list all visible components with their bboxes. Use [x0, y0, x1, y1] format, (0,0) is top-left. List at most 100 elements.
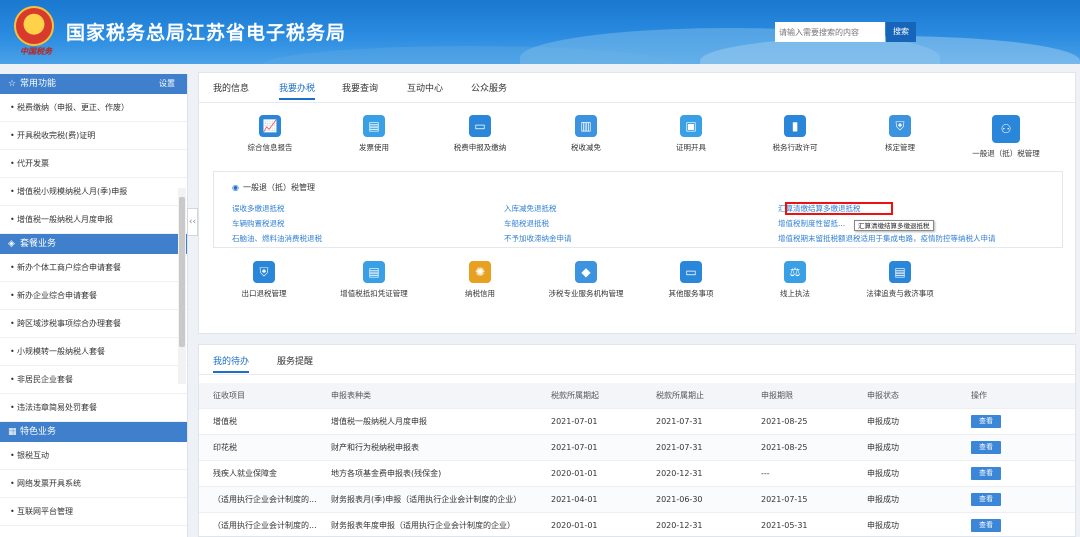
sidebar-item[interactable]: • 新办企业综合申请套餐 [0, 282, 187, 310]
table-cell: 查看 [971, 461, 1051, 487]
view-button[interactable]: 查看 [971, 493, 1001, 506]
sidebar: ☆ 常用功能 设置 • 税费缴纳（申报、更正、作废） • 开具税收完税(费)证明 • 代开发票 •… [0, 74, 188, 537]
function-tile[interactable]: 📈 综合信息报告 [225, 115, 315, 153]
submenu-link[interactable]: 增值税制度性留抵... [778, 218, 845, 229]
search-button[interactable]: 搜索 [886, 22, 916, 42]
submenu-link[interactable]: 不予加收滞纳金申请 [504, 233, 572, 244]
invoice-icon: ▤ [363, 115, 385, 137]
function-label: 涉税专业服务机构管理 [548, 289, 624, 298]
report-icon: 📈 [259, 115, 281, 137]
table-cell: 2021-07-01 [551, 417, 598, 426]
view-button[interactable]: 查看 [971, 441, 1001, 454]
sidebar-item[interactable]: • 银税互动 [0, 442, 187, 470]
search-input[interactable] [775, 22, 885, 42]
function-tile[interactable]: ⛨ 核定管理 [855, 115, 945, 153]
bullet-icon: • [10, 215, 15, 224]
bullet-icon: • [10, 347, 15, 356]
submenu-link[interactable]: 入库减免退抵税 [504, 203, 557, 214]
sidebar-section-header[interactable]: ☆ 常用功能 设置 [0, 74, 187, 94]
sidebar-item[interactable]: • 新办个体工商户综合申请套餐 [0, 254, 187, 282]
function-tile[interactable]: ✺ 纳税信用 [435, 261, 525, 299]
chart-icon: ▥ [575, 115, 597, 137]
license-icon: ▮ [784, 115, 806, 137]
bullet-icon: • [10, 403, 15, 412]
link-tooltip: 汇算清缴结算多缴退抵税 [854, 220, 934, 231]
sidebar-item-label: 银税互动 [17, 451, 49, 460]
table-cell: （适用执行企业会计制度的... [213, 495, 317, 504]
sidebar-item[interactable]: • 非居民企业套餐 [0, 366, 187, 394]
table-row: 增值税 增值税一般纳税人月度申报 2021-07-01 2021-07-31 2021-… [199, 409, 1075, 435]
column-header: 申报期限 [761, 391, 793, 400]
submenu-link[interactable]: 车辆购置税退税 [232, 218, 285, 229]
function-tile[interactable]: ⛨ 出口退税管理 [219, 261, 309, 299]
sidebar-item-label: 互联网平台管理 [17, 507, 73, 516]
main-tab[interactable]: 我的信息 [213, 81, 249, 94]
gem-icon: ◈ [8, 239, 15, 249]
sidebar-settings-link[interactable]: 设置 [159, 74, 175, 94]
view-button[interactable]: 查看 [971, 519, 1001, 532]
sidebar-item[interactable]: • 税费缴纳（申报、更正、作废） [0, 94, 187, 122]
credit-icon: ✺ [469, 261, 491, 283]
table-cell: 申报成功 [867, 417, 899, 426]
sidebar-item[interactable]: • 跨区域涉税事项综合办理套餐 [0, 310, 187, 338]
todo-tab[interactable]: 服务提醒 [277, 354, 313, 367]
table-cell: --- [761, 469, 770, 478]
function-tile[interactable]: ▥ 税收减免 [541, 115, 631, 153]
function-tile[interactable]: ⚖ 线上执法 [750, 261, 840, 299]
sidebar-scrollbar-thumb[interactable] [179, 197, 185, 347]
bullet-icon: • [10, 507, 15, 516]
bullet-icon: • [10, 131, 15, 140]
highlight-box [785, 202, 893, 215]
sidebar-item[interactable]: • 增值税小规模纳税人月(季)申报 [0, 178, 187, 206]
function-tile[interactable]: ▣ 证明开具 [646, 115, 736, 153]
function-tile[interactable]: ▤ 发票使用 [329, 115, 419, 153]
function-label: 线上执法 [780, 289, 810, 298]
app-root: 中国税务 国家税务总局江苏省电子税务局 搜索 ☆常用功能设置•税费缴纳（申报、更… [0, 0, 1080, 537]
view-button[interactable]: 查看 [971, 467, 1001, 480]
function-tile[interactable]: ◆ 涉税专业服务机构管理 [541, 261, 631, 299]
submenu-link[interactable]: 石脑油、燃料油消费税退税 [232, 233, 322, 244]
bullet-icon: • [10, 479, 15, 488]
main-tab[interactable]: 我要办税 [279, 81, 316, 100]
sidebar-item[interactable]: • 违法违章简易处罚套餐 [0, 394, 187, 422]
sidebar-section-title: 常用功能 [20, 79, 57, 89]
view-button[interactable]: 查看 [971, 415, 1001, 428]
function-tile[interactable]: ▭ 税费申报及缴纳 [435, 115, 525, 153]
submenu-link[interactable]: 车船税退抵税 [504, 218, 549, 229]
main-tab[interactable]: 互动中心 [407, 81, 443, 94]
function-tile[interactable]: ▤ 增值税抵扣凭证管理 [329, 261, 419, 299]
sidebar-item-label: 新办个体工商户综合申请套餐 [17, 263, 121, 272]
main-tab[interactable]: 公众服务 [471, 81, 507, 94]
function-label: 法律追责与救济事项 [866, 289, 934, 298]
sidebar-section-title: 特色业务 [20, 427, 57, 437]
bullet-icon: • [10, 263, 15, 272]
submenu-link[interactable]: 增值税期末留抵税额退税适用于集成电路，疫情防控等纳税人申请 [778, 233, 996, 244]
function-tile[interactable]: ⚇ 一般退（抵）税管理 [961, 115, 1051, 159]
table-row: （适用执行企业会计制度的... 财务报表年度申报（适用执行企业会计制度的企业） 20… [199, 513, 1075, 536]
sidebar-item[interactable]: • 互联网平台管理 [0, 498, 187, 526]
table-row: 印花税 财产和行为税纳税申报表 2021-07-01 2021-07-31 2021-0… [199, 435, 1075, 461]
sidebar-section-header[interactable]: ▦ 特色业务 [0, 422, 187, 442]
sidebar-item[interactable]: • 开具税收完税(费)证明 [0, 122, 187, 150]
function-label: 证明开具 [676, 143, 706, 152]
table-cell: 查看 [971, 513, 1051, 536]
todo-tab[interactable]: 我的待办 [213, 354, 250, 373]
sidebar-section-title: 套餐业务 [20, 239, 57, 249]
agency-icon: ◆ [575, 261, 597, 283]
function-label: 发票使用 [359, 143, 389, 152]
function-tile[interactable]: ▮ 税务行政许可 [750, 115, 840, 153]
sidebar-item[interactable]: • 增值税一般纳税人月度申报 [0, 206, 187, 234]
sidebar-item[interactable]: • 代开发票 [0, 150, 187, 178]
sidebar-section-header[interactable]: ◈ 套餐业务 [0, 234, 187, 254]
sidebar-item[interactable]: • 网络发票开具系统 [0, 470, 187, 498]
main-function-panel: 我的信息 我要办税 我要查询 互动中心 公众服务 📈 综合信息报告 ▤ 发票使用 ▭ 税费申报及缴… [198, 72, 1076, 334]
function-label: 税务行政许可 [772, 143, 818, 152]
main-tab[interactable]: 我要查询 [342, 81, 378, 94]
sidebar-collapse-button[interactable]: ‹‹ [187, 208, 198, 236]
function-tile[interactable]: ▭ 其他服务事项 [646, 261, 736, 299]
function-tile[interactable]: ▤ 法律追责与救济事项 [855, 261, 945, 299]
table-cell: 财务报表年度申报（适用执行企业会计制度的企业） [331, 521, 515, 530]
submenu-link[interactable]: 误收多缴退抵税 [232, 203, 285, 214]
sidebar-item[interactable]: • 小规模转一般纳税人套餐 [0, 338, 187, 366]
column-header: 税款所属期起 [551, 391, 599, 400]
